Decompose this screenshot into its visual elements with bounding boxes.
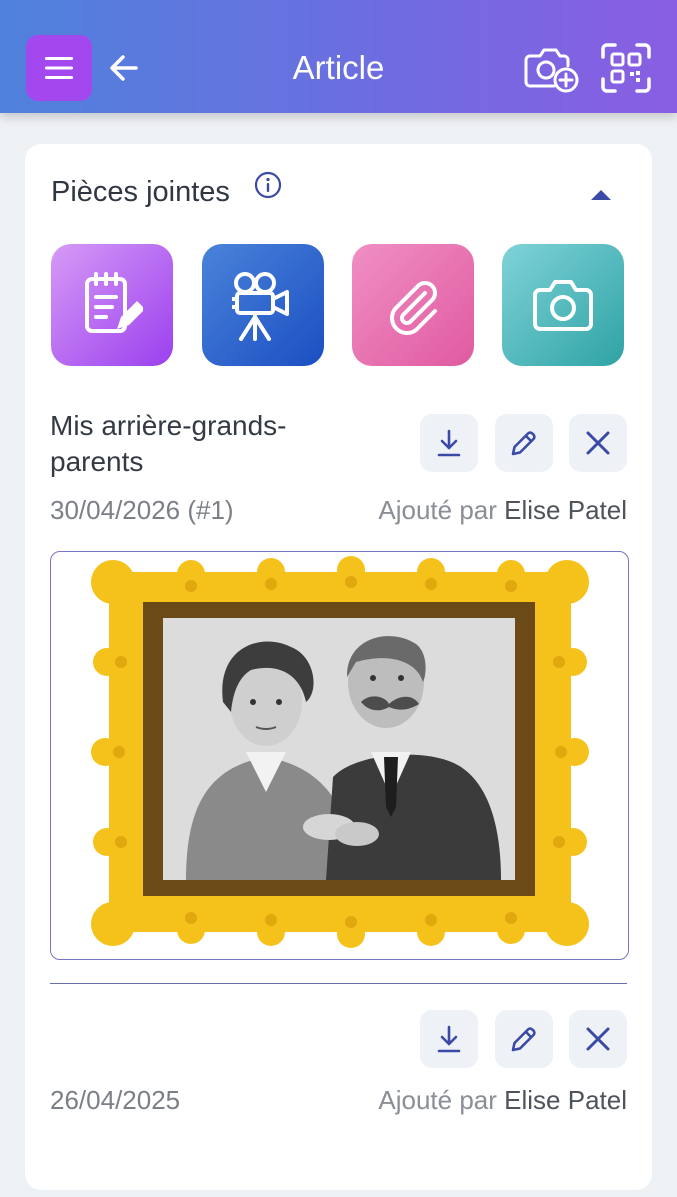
pencil-icon (511, 1027, 536, 1052)
add-note-button[interactable] (51, 244, 173, 366)
added-by-user: Elise Patel (504, 495, 627, 525)
close-icon (586, 431, 610, 455)
edit-button[interactable] (495, 1010, 553, 1068)
camera-icon (533, 280, 593, 331)
download-button[interactable] (420, 1010, 478, 1068)
added-by-user: Elise Patel (504, 1085, 627, 1115)
attachment-date: 30/04/2026 (#1) (50, 495, 234, 525)
download-button[interactable] (420, 414, 478, 472)
family-portrait-image (91, 556, 589, 948)
add-video-button[interactable] (202, 244, 324, 366)
qr-scan-icon (601, 43, 651, 93)
video-camera-icon (232, 272, 289, 341)
download-icon (437, 1025, 461, 1053)
add-photo-button[interactable] (524, 42, 580, 94)
added-by: Ajouté par Elise Patel (378, 1085, 627, 1116)
section-title: Pièces jointes (51, 176, 230, 208)
pencil-icon (511, 431, 536, 456)
take-photo-button[interactable] (502, 244, 624, 366)
scan-button[interactable] (600, 42, 652, 94)
delete-button[interactable] (569, 414, 627, 472)
divider (50, 983, 627, 984)
paperclip-icon (390, 281, 437, 335)
attachment-name: Mis arrière-grands-parents (50, 410, 287, 477)
attachment-preview-image[interactable] (50, 551, 629, 960)
info-icon[interactable] (253, 170, 283, 200)
added-by-prefix: Ajouté par (378, 1085, 497, 1115)
camera-plus-icon (524, 48, 579, 93)
chevron-up-icon[interactable] (591, 188, 611, 202)
note-icon (85, 272, 143, 333)
attachments-card: Pièces jointes Mis arrière-grands-parent… (25, 144, 652, 1190)
add-attachment-button[interactable] (352, 244, 474, 366)
download-icon (437, 429, 461, 457)
added-by: Ajouté par Elise Patel (378, 495, 627, 526)
attachment-date: 26/04/2025 (50, 1085, 181, 1115)
delete-button[interactable] (569, 1010, 627, 1068)
added-by-prefix: Ajouté par (378, 495, 497, 525)
close-icon (586, 1027, 610, 1051)
top-app-bar: Article (0, 0, 677, 113)
edit-button[interactable] (495, 414, 553, 472)
